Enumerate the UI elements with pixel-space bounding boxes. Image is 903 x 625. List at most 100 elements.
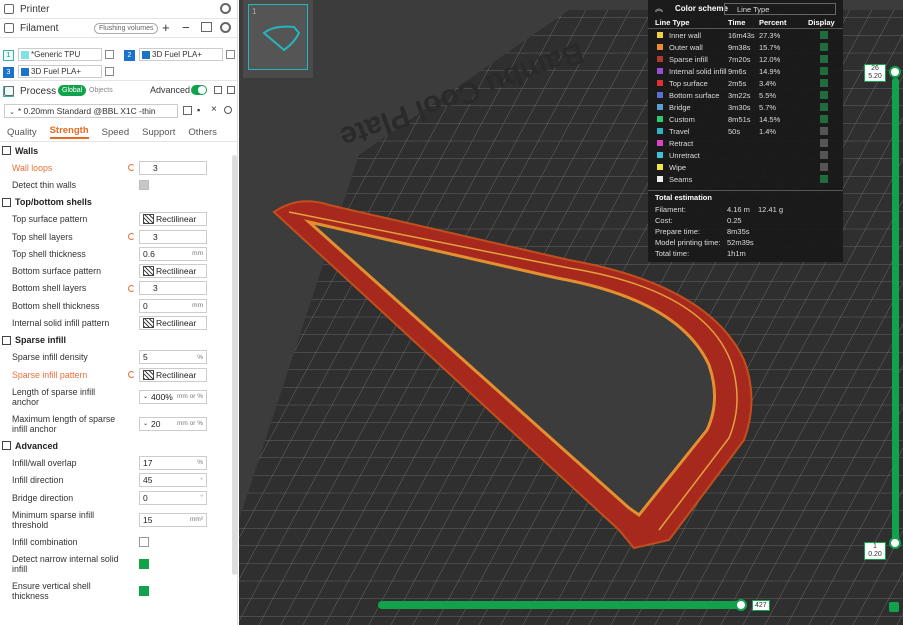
legend-display-checkbox[interactable] <box>820 127 828 135</box>
filament-settings-gear-icon[interactable] <box>220 22 231 33</box>
bottom-surface-pattern-row: Bottom surface pattern Rectilinear <box>0 262 237 279</box>
wall-loops-input[interactable]: 3 <box>139 160 207 175</box>
vertical-shell-row: Ensure vertical shell thickness <box>0 577 237 604</box>
legend-display-checkbox[interactable] <box>820 67 828 75</box>
infill-combination-checkbox[interactable] <box>139 536 149 547</box>
process-compare-icon[interactable] <box>214 86 222 94</box>
filament-3-swatch <box>21 67 29 76</box>
process-icon <box>4 86 14 96</box>
process-title: Process <box>20 85 57 97</box>
search-icon[interactable] <box>224 106 232 114</box>
bottom-shell-layers-input[interactable]: 3 <box>139 281 207 296</box>
global-toggle[interactable]: Global <box>58 85 87 96</box>
infill-overlap-input[interactable]: 17% <box>139 455 207 470</box>
legend-display-checkbox[interactable] <box>820 115 828 123</box>
top-shell-layers-reset-icon[interactable] <box>128 233 135 241</box>
top-shell-thickness-input[interactable]: 0.6 mm <box>139 246 207 261</box>
sparse-density-input[interactable]: 5% <box>139 350 207 365</box>
narrow-solid-checkbox[interactable] <box>139 558 149 569</box>
internal-solid-pattern-select[interactable]: Rectilinear <box>139 316 207 331</box>
objects-toggle[interactable]: Objects <box>89 85 113 96</box>
detect-thin-walls-checkbox[interactable] <box>139 179 149 190</box>
filament-2-select[interactable]: 3D Fuel PLA+ <box>139 48 223 61</box>
sparse-pattern-label: Sparse infill pattern <box>12 369 88 380</box>
layer-top-handle[interactable] <box>889 66 901 78</box>
process-more-icon[interactable] <box>227 86 235 94</box>
tab-speed[interactable]: Speed <box>102 127 129 138</box>
tab-support[interactable]: Support <box>142 127 175 138</box>
top-shell-layers-input[interactable]: 3 <box>139 229 207 244</box>
layer-bottom-handle[interactable] <box>889 537 901 549</box>
legend-display-checkbox[interactable] <box>820 175 828 183</box>
min-sparse-input[interactable]: 15 mm² <box>139 512 207 527</box>
remove-filament-icon[interactable]: − <box>182 20 190 35</box>
layers-icon[interactable] <box>889 602 899 612</box>
filament-3-select[interactable]: 3D Fuel PLA+ <box>18 65 102 78</box>
bottom-shell-thickness-input[interactable]: 0 mm <box>139 298 207 313</box>
legend-swatch <box>657 80 663 86</box>
settings-scrollbar[interactable] <box>232 155 237 575</box>
legend-time: 2m5s <box>728 78 747 88</box>
filament-sync-icon[interactable] <box>201 22 212 32</box>
legend-display-checkbox[interactable] <box>820 79 828 87</box>
legend-display-checkbox[interactable] <box>820 151 828 159</box>
bridge-direction-input[interactable]: 0 ° <box>139 490 207 505</box>
color-scheme-title: Color scheme <box>675 4 728 13</box>
process-preset-select[interactable]: ⌄ * 0.20mm Standard @BBL X1C -thin <box>4 104 178 118</box>
legend-display-checkbox[interactable] <box>820 43 828 51</box>
legend-display-checkbox[interactable] <box>820 55 828 63</box>
layer-slider[interactable] <box>892 78 899 543</box>
legend-display-checkbox[interactable] <box>820 163 828 171</box>
top-shell-thickness-row: Top shell thickness 0.6 mm <box>0 245 237 262</box>
color-scheme-select[interactable]: Line Type <box>724 3 836 15</box>
legend-rows: Inner wall 16m43s 27.3% Outer wall 9m38s… <box>648 29 843 185</box>
plate-thumbnail[interactable]: 1 <box>243 0 313 78</box>
flushing-volumes-button[interactable]: Flushing volumes <box>94 23 159 34</box>
save-preset-icon[interactable]: ▪ <box>197 105 200 115</box>
printer-settings-gear-icon[interactable] <box>220 3 231 14</box>
legend-display-checkbox[interactable] <box>820 103 828 111</box>
internal-solid-pattern-row: Internal solid infill pattern Rectilinea… <box>0 314 237 331</box>
collapse-icon[interactable]: ︽ <box>655 3 663 14</box>
filament-2-edit-icon[interactable] <box>226 50 235 59</box>
estimation-value-2: 12.41 g <box>758 205 784 214</box>
narrow-solid-row: Detect narrow internal solid infill <box>0 550 237 577</box>
bottom-shell-thickness-row: Bottom shell thickness 0 mm <box>0 297 237 314</box>
bottom-shell-layers-reset-icon[interactable] <box>128 284 135 292</box>
wall-loops-reset-icon[interactable] <box>128 164 135 172</box>
advanced-toggle[interactable] <box>191 85 207 95</box>
tab-others[interactable]: Others <box>188 127 217 138</box>
filament-1-edit-icon[interactable] <box>105 50 114 59</box>
tab-strength[interactable]: Strength <box>49 125 89 139</box>
printer-header[interactable]: Printer <box>0 0 237 18</box>
legend-swatch <box>657 140 663 146</box>
edit-preset-icon[interactable] <box>183 106 192 115</box>
filament-3-edit-icon[interactable] <box>105 67 114 76</box>
tab-quality[interactable]: Quality <box>7 127 37 138</box>
advanced-section-title: Advanced <box>0 437 237 454</box>
vertical-shell-checkbox[interactable] <box>139 585 149 596</box>
legend-display-checkbox[interactable] <box>820 139 828 147</box>
top-surface-pattern-select[interactable]: Rectilinear <box>139 212 207 227</box>
filament-1-select[interactable]: * Generic TPU <box>18 48 102 61</box>
settings-tabs: Quality Strength Speed Support Others <box>0 124 237 140</box>
infill-direction-input[interactable]: 45 ° <box>139 473 207 488</box>
legend-display-checkbox[interactable] <box>820 91 828 99</box>
sparse-pattern-reset-icon[interactable] <box>128 371 135 379</box>
estimation-row: Model printing time: 52m39s <box>648 237 843 248</box>
estimation-value: 4.16 m <box>727 205 750 214</box>
vertical-shell-label: Ensure vertical shell thickness <box>12 580 91 601</box>
move-slider[interactable] <box>378 601 744 609</box>
add-filament-icon[interactable]: + <box>162 20 170 35</box>
layer-top-label: 26 5.20 <box>864 64 886 82</box>
close-preset-icon[interactable]: × <box>211 104 217 115</box>
bottom-surface-pattern-select[interactable]: Rectilinear <box>139 264 207 279</box>
sparse-max-anchor-input[interactable]: ⌄ 20 mm or % <box>139 416 207 431</box>
legend-swatch <box>657 116 663 122</box>
sparse-anchor-input[interactable]: ⌄ 400% mm or % <box>139 389 207 404</box>
sparse-pattern-select[interactable]: Rectilinear <box>139 367 207 382</box>
move-slider-handle[interactable] <box>735 599 747 611</box>
legend-name: Retract <box>669 138 694 148</box>
legend-percent: 27.3% <box>759 30 781 40</box>
legend-display-checkbox[interactable] <box>820 31 828 39</box>
